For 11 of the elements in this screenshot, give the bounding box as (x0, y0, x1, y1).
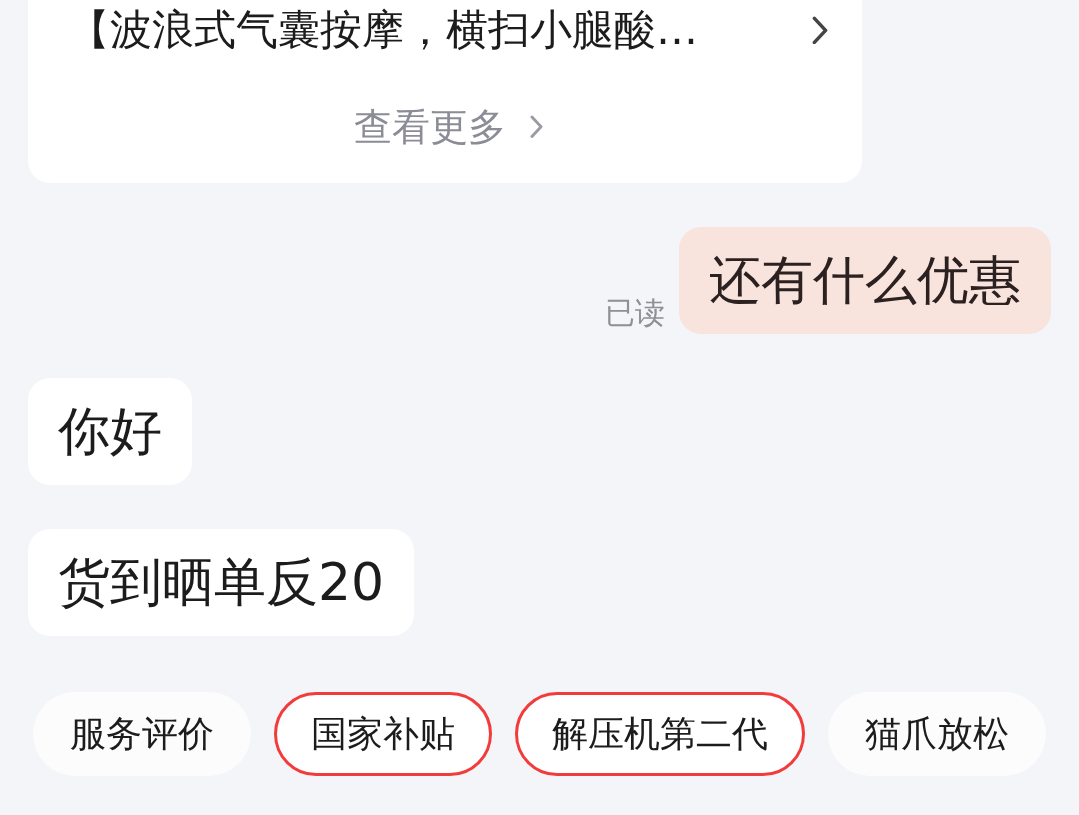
quick-reply-button[interactable]: 国家补贴 (274, 692, 492, 776)
quick-reply-button[interactable]: 服务评价 (33, 692, 251, 776)
outgoing-message: 还有什么优惠 (679, 227, 1051, 334)
read-status: 已读 (605, 296, 665, 330)
quick-reply-button[interactable]: 猫爪放松 (828, 692, 1046, 776)
incoming-message: 货到晒单反20 (28, 529, 415, 636)
chevron-right-icon (812, 15, 828, 45)
chevron-right-icon (529, 115, 543, 139)
quick-reply-button[interactable]: 解压机第二代 (515, 692, 805, 776)
product-title: 【波浪式气囊按摩，横扫小腿酸… (68, 4, 698, 56)
incoming-message: 你好 (28, 378, 192, 485)
